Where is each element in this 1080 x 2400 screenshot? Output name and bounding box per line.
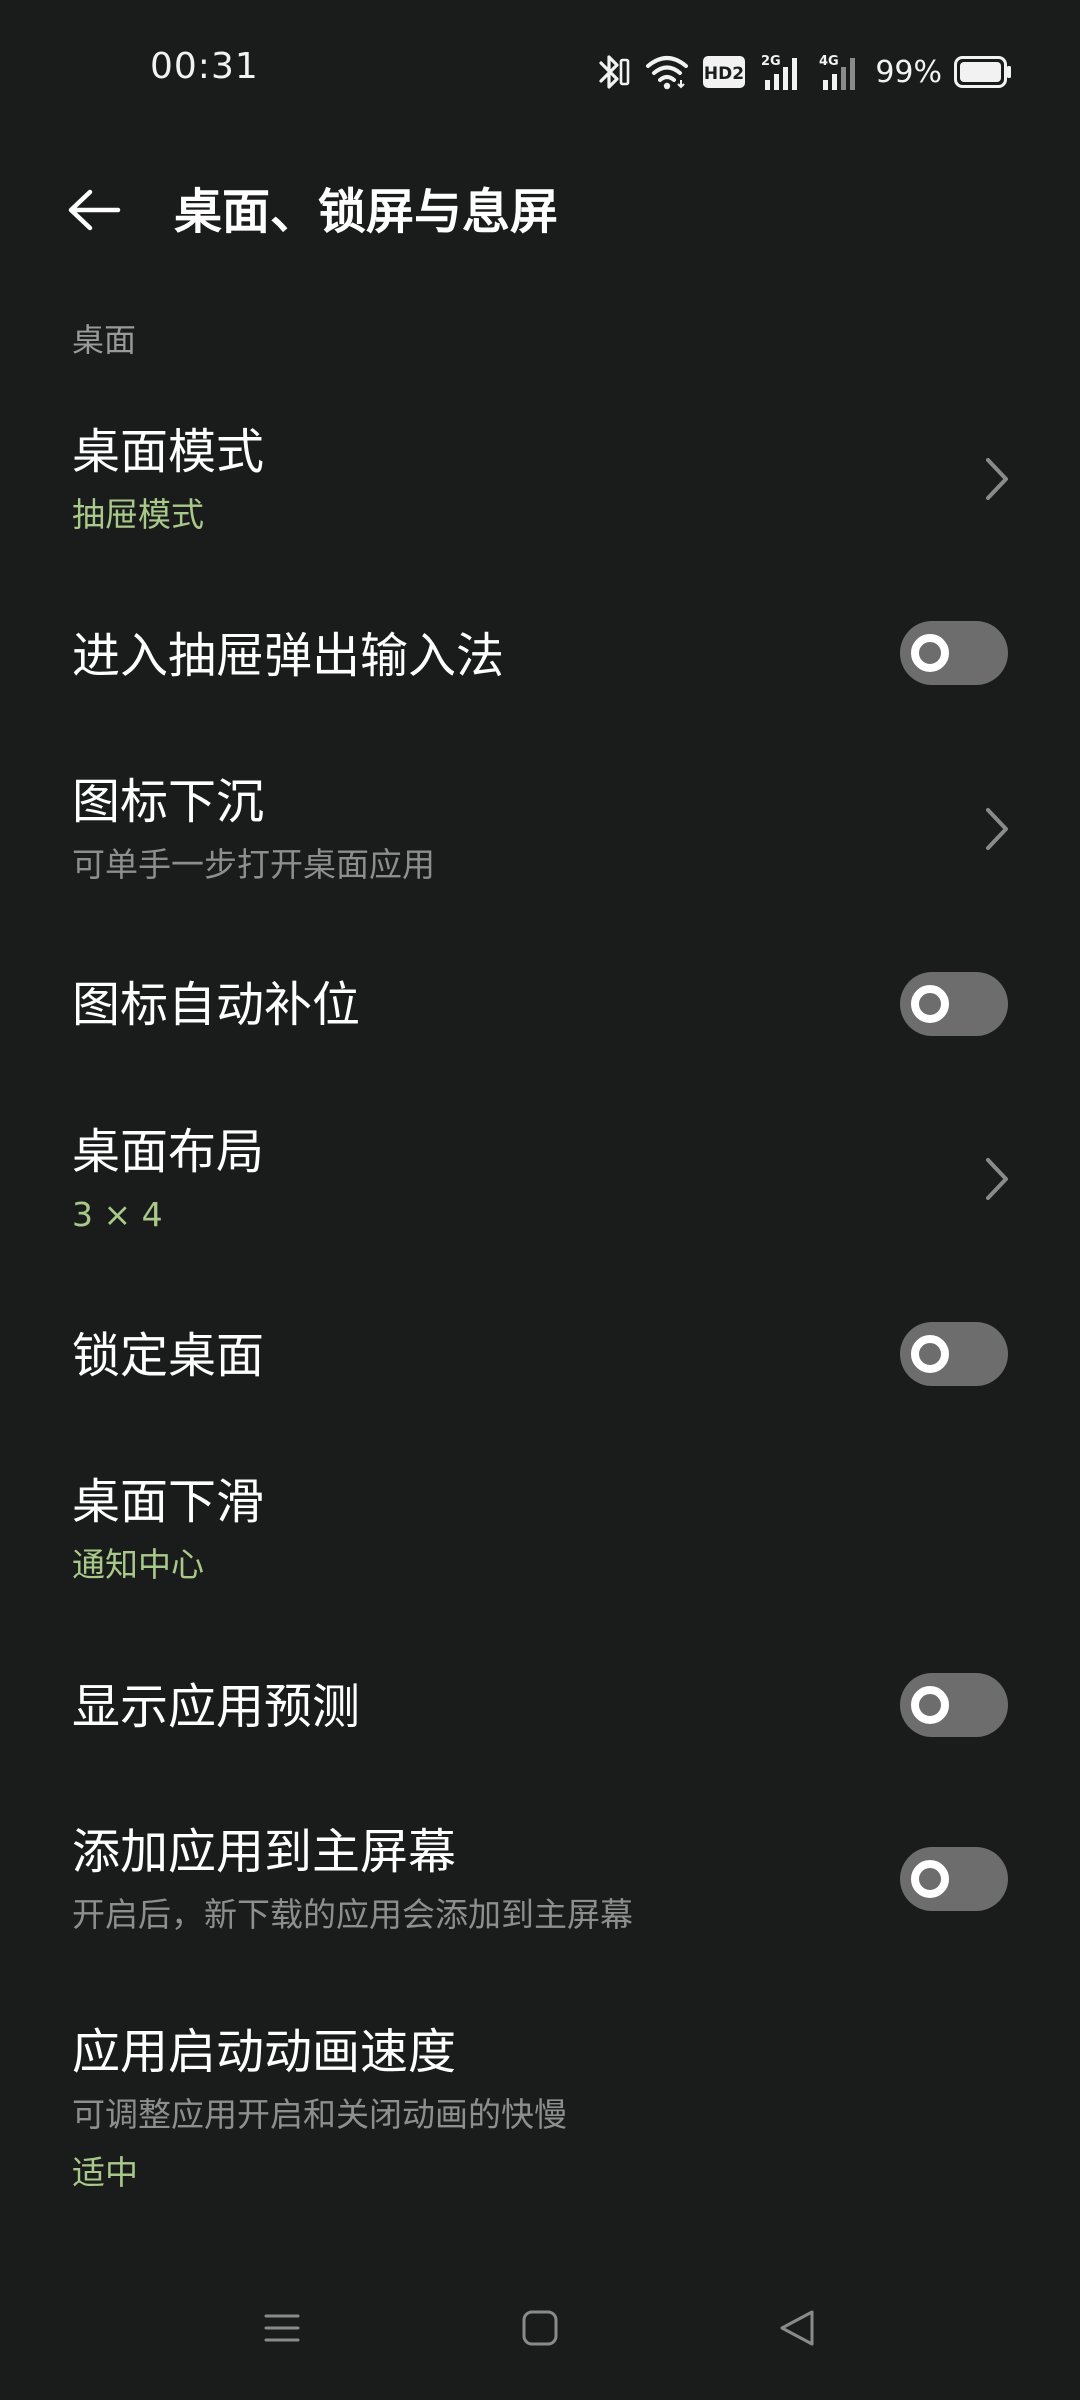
setting-title: 显示应用预测 xyxy=(72,1679,361,1735)
status-bar: 00:31 HD2 2G 4G 99% xyxy=(0,0,1080,140)
setting-icon-sink[interactable]: 图标下沉 可单手一步打开桌面应用 xyxy=(0,760,1080,920)
chevron-right-icon xyxy=(986,458,1008,500)
setting-title: 桌面布局 xyxy=(72,1124,265,1180)
setting-title: 桌面模式 xyxy=(72,424,265,480)
status-time: 00:31 xyxy=(150,46,259,87)
bluetooth-icon xyxy=(595,52,631,92)
setting-value: 抽屉模式 xyxy=(72,495,204,534)
hd-label: HD2 xyxy=(704,64,744,84)
setting-title: 应用启动动画速度 xyxy=(72,2024,457,2080)
setting-title: 进入抽屉弹出输入法 xyxy=(72,628,505,684)
icon-autofill-toggle[interactable] xyxy=(900,972,1008,1036)
arrow-left-icon xyxy=(66,188,122,236)
signal-4g-icon: 4G xyxy=(817,52,861,92)
sim2-label: 4G xyxy=(819,54,839,69)
setting-subtitle: 可单手一步打开桌面应用 xyxy=(72,845,435,884)
setting-drawer-keyboard[interactable]: 进入抽屉弹出输入法 xyxy=(0,590,1080,720)
battery-icon xyxy=(954,56,1012,88)
back-triangle-icon xyxy=(778,2308,818,2352)
setting-subtitle: 开启后，新下载的应用会添加到主屏幕 xyxy=(72,1895,633,1934)
setting-add-to-home[interactable]: 添加应用到主屏幕 开启后，新下载的应用会添加到主屏幕 xyxy=(0,1810,1080,1970)
add-to-home-toggle[interactable] xyxy=(900,1847,1008,1911)
setting-anim-speed[interactable]: 应用启动动画速度 可调整应用开启和关闭动画的快慢 适中 xyxy=(0,2010,1080,2210)
setting-title: 桌面下滑 xyxy=(72,1474,265,1530)
page-title: 桌面、锁屏与息屏 xyxy=(174,184,559,240)
setting-title: 添加应用到主屏幕 xyxy=(72,1824,457,1880)
toggle-knob xyxy=(911,1335,949,1373)
section-header: 桌面 xyxy=(72,321,137,359)
setting-desktop-layout[interactable]: 桌面布局 3 × 4 xyxy=(0,1110,1080,1270)
setting-title: 图标自动补位 xyxy=(72,977,361,1033)
navigation-bar xyxy=(0,2290,1080,2370)
lock-desktop-toggle[interactable] xyxy=(900,1322,1008,1386)
nav-back-button[interactable] xyxy=(768,2300,828,2360)
menu-icon xyxy=(262,2308,302,2352)
setting-icon-autofill[interactable]: 图标自动补位 xyxy=(0,940,1080,1070)
status-icons: HD2 2G 4G 99% xyxy=(595,50,1012,94)
setting-desktop-mode[interactable]: 桌面模式 抽屉模式 xyxy=(0,400,1080,560)
setting-value: 适中 xyxy=(72,2153,138,2192)
setting-title: 锁定桌面 xyxy=(72,1328,265,1384)
signal-2g-icon: 2G xyxy=(759,52,803,92)
battery-percent: 99% xyxy=(875,54,942,90)
toggle-knob xyxy=(911,985,949,1023)
chevron-right-icon xyxy=(986,808,1008,850)
back-button[interactable] xyxy=(56,182,132,242)
drawer-keyboard-toggle[interactable] xyxy=(900,621,1008,685)
wifi-icon xyxy=(645,54,689,90)
recents-button[interactable] xyxy=(252,2300,312,2360)
chevron-right-icon xyxy=(986,1158,1008,1200)
home-icon xyxy=(520,2308,560,2352)
setting-value: 3 × 4 xyxy=(72,1195,163,1234)
app-prediction-toggle[interactable] xyxy=(900,1673,1008,1737)
home-button[interactable] xyxy=(510,2300,570,2360)
toggle-knob xyxy=(911,634,949,672)
setting-title: 图标下沉 xyxy=(72,774,265,830)
setting-value: 通知中心 xyxy=(72,1545,204,1584)
app-bar: 桌面、锁屏与息屏 xyxy=(0,160,1080,264)
setting-swipe-down[interactable]: 桌面下滑 通知中心 xyxy=(0,1460,1080,1620)
toggle-knob xyxy=(911,1686,949,1724)
sim1-label: 2G xyxy=(761,54,781,69)
setting-subtitle: 可调整应用开启和关闭动画的快慢 xyxy=(72,2095,567,2134)
hd-voice-icon: HD2 xyxy=(703,56,746,88)
toggle-knob xyxy=(911,1860,949,1898)
setting-lock-desktop[interactable]: 锁定桌面 xyxy=(0,1290,1080,1420)
setting-app-prediction[interactable]: 显示应用预测 xyxy=(0,1640,1080,1770)
